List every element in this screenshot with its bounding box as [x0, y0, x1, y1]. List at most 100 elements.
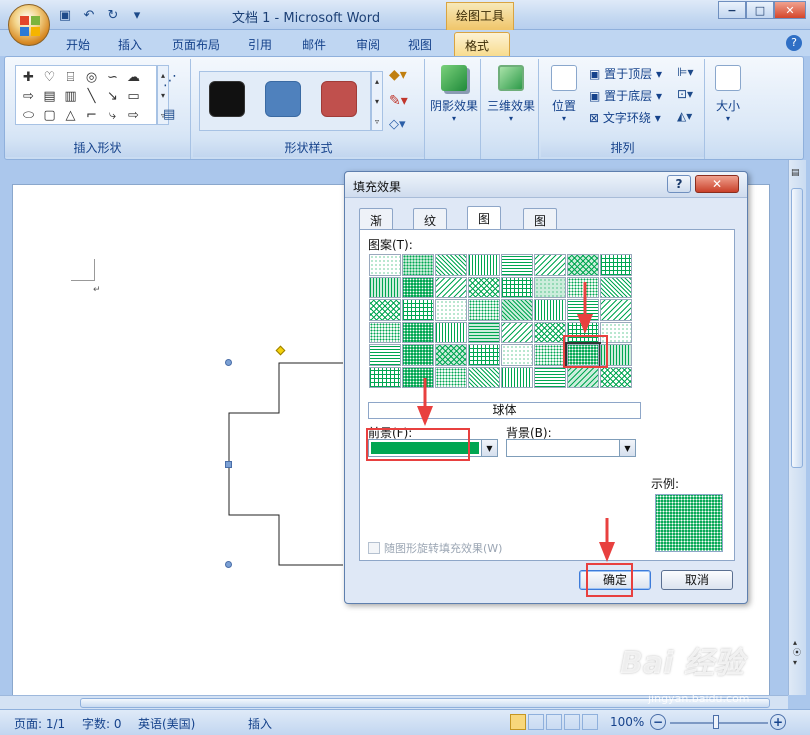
- position-button[interactable]: 位置 ▾: [543, 65, 585, 123]
- pattern-cell[interactable]: [369, 254, 401, 276]
- pattern-cell[interactable]: [369, 366, 401, 388]
- bracket-shape[interactable]: [213, 335, 353, 585]
- cancel-button[interactable]: 取消: [661, 570, 733, 590]
- arrow-shape-icon[interactable]: ⇨: [123, 106, 144, 125]
- status-page[interactable]: 页面: 1/1: [14, 715, 65, 732]
- vertical-textbox-shape-icon[interactable]: ▥: [60, 87, 81, 106]
- donut-shape-icon[interactable]: ◎: [81, 68, 102, 87]
- dialog-close-button[interactable]: ✕: [695, 175, 739, 193]
- triangle-shape-icon[interactable]: △: [60, 106, 81, 125]
- shape-outline-icon[interactable]: ✎▾: [389, 93, 408, 109]
- pattern-cell[interactable]: [468, 366, 500, 388]
- pattern-cell[interactable]: [435, 254, 467, 276]
- rotate-checkbox-box[interactable]: [368, 542, 380, 554]
- pattern-cell[interactable]: [402, 344, 434, 366]
- right-arrow-shape-icon[interactable]: ⇨: [18, 87, 39, 106]
- minimize-button[interactable]: −: [718, 1, 746, 19]
- elbow-connector-shape-icon[interactable]: ⌐: [81, 106, 102, 125]
- pattern-cell[interactable]: [534, 344, 566, 366]
- draft-view-icon[interactable]: [582, 714, 598, 730]
- tab-view[interactable]: 视图: [398, 32, 442, 56]
- pattern-cell[interactable]: [369, 299, 401, 321]
- oval-shape-icon[interactable]: ⬭: [18, 106, 39, 125]
- dialog-tab-texture[interactable]: 纹理: [413, 208, 448, 245]
- pattern-cell[interactable]: [534, 254, 566, 276]
- pattern-cell[interactable]: [468, 254, 500, 276]
- zoom-in-icon[interactable]: +: [770, 714, 786, 730]
- line-shape-icon[interactable]: ╲: [81, 87, 102, 106]
- pattern-cell[interactable]: [501, 276, 533, 298]
- status-language[interactable]: 英语(美国): [138, 715, 195, 732]
- shape-handle-top[interactable]: [225, 359, 232, 366]
- pattern-cell[interactable]: [369, 321, 401, 343]
- rounded-rect-shape-icon[interactable]: ▢: [39, 106, 60, 125]
- zoom-slider[interactable]: [670, 722, 768, 724]
- vertical-scroll-thumb[interactable]: [791, 188, 803, 468]
- background-color-select[interactable]: ▼: [506, 439, 636, 457]
- pattern-cell[interactable]: [600, 276, 632, 298]
- edit-points-icon[interactable]: ⋰: [163, 73, 177, 89]
- shapes-gallery[interactable]: ✚ ♡ ⌸ ◎ ∽ ☁ ⇨ ▤ ▥ ╲ ↘ ▭ ⬭ ▢ △ ⌐ ⤷ ⇨: [15, 65, 157, 125]
- outline-view-icon[interactable]: [564, 714, 580, 730]
- pattern-cell[interactable]: [501, 344, 533, 366]
- pattern-cell[interactable]: [435, 299, 467, 321]
- pattern-cell[interactable]: [468, 321, 500, 343]
- zoom-level[interactable]: 100%: [610, 715, 644, 729]
- pattern-cell[interactable]: [435, 276, 467, 298]
- tab-format[interactable]: 格式: [454, 32, 510, 56]
- zoom-slider-thumb[interactable]: [713, 715, 719, 729]
- status-word-count[interactable]: 字数: 0: [82, 715, 122, 732]
- style-swatch-red[interactable]: [321, 81, 357, 117]
- vertical-scrollbar[interactable]: ▤ ▴ ⦿ ▾: [788, 160, 806, 695]
- group-objects-icon[interactable]: ⊡▾: [677, 87, 693, 101]
- redo-icon[interactable]: ↻: [104, 6, 122, 24]
- pattern-cell[interactable]: [435, 321, 467, 343]
- pattern-cell[interactable]: [402, 321, 434, 343]
- pattern-cell[interactable]: [567, 254, 599, 276]
- pattern-cell[interactable]: [369, 276, 401, 298]
- pattern-cell[interactable]: [468, 344, 500, 366]
- wave-shape-icon[interactable]: ∽: [102, 68, 123, 87]
- status-insert-mode[interactable]: 插入: [248, 715, 272, 732]
- office-button[interactable]: [8, 4, 50, 46]
- save-icon[interactable]: ▣: [56, 6, 74, 24]
- print-layout-view-icon[interactable]: [510, 714, 526, 730]
- dialog-title-bar[interactable]: 填充效果 ? ✕: [345, 172, 747, 198]
- rectangle-shape-icon[interactable]: ▭: [123, 87, 144, 106]
- elbow-arrow-shape-icon[interactable]: ⤷: [102, 106, 123, 125]
- pattern-cell[interactable]: [402, 254, 434, 276]
- tab-insert[interactable]: 插入: [108, 32, 152, 56]
- pattern-cell[interactable]: [600, 299, 632, 321]
- pattern-cell[interactable]: [402, 299, 434, 321]
- style-swatch-blue[interactable]: [265, 81, 301, 117]
- pattern-cell[interactable]: [534, 276, 566, 298]
- pattern-cell[interactable]: [369, 344, 401, 366]
- pattern-cell[interactable]: [534, 299, 566, 321]
- pattern-cell[interactable]: [468, 299, 500, 321]
- change-shape-icon[interactable]: ◇▾: [389, 117, 406, 132]
- close-button[interactable]: ✕: [774, 1, 806, 19]
- undo-icon[interactable]: ↶: [80, 6, 98, 24]
- cylinder-shape-icon[interactable]: ⌸: [60, 68, 81, 87]
- dialog-tab-picture[interactable]: 图片: [523, 208, 558, 245]
- pattern-cell[interactable]: [534, 366, 566, 388]
- zoom-out-icon[interactable]: −: [650, 714, 666, 730]
- pattern-cell[interactable]: [501, 321, 533, 343]
- arrow-line-shape-icon[interactable]: ↘: [102, 87, 123, 106]
- pattern-cell[interactable]: [600, 366, 632, 388]
- ruler-toggle-icon[interactable]: ▤: [791, 168, 800, 178]
- rotate-icon[interactable]: ◭▾: [677, 109, 692, 123]
- pattern-cell[interactable]: [435, 344, 467, 366]
- align-icon[interactable]: ⊫▾: [677, 65, 693, 79]
- pattern-cell[interactable]: [468, 276, 500, 298]
- shape-fill-icon[interactable]: ◆▾: [389, 67, 407, 83]
- style-gallery-scroll[interactable]: ▴ ▾ ▿: [371, 71, 383, 131]
- background-dropdown-icon[interactable]: ▼: [619, 440, 635, 456]
- tab-home[interactable]: 开始: [56, 32, 100, 56]
- browse-object-icons[interactable]: ▴ ⦿ ▾: [793, 638, 801, 668]
- foreground-dropdown-icon[interactable]: ▼: [481, 440, 497, 456]
- tab-mailings[interactable]: 邮件: [292, 32, 336, 56]
- size-button[interactable]: 大小 ▾: [709, 65, 747, 123]
- heart-shape-icon[interactable]: ♡: [39, 68, 60, 87]
- plus-shape-icon[interactable]: ✚: [18, 68, 39, 87]
